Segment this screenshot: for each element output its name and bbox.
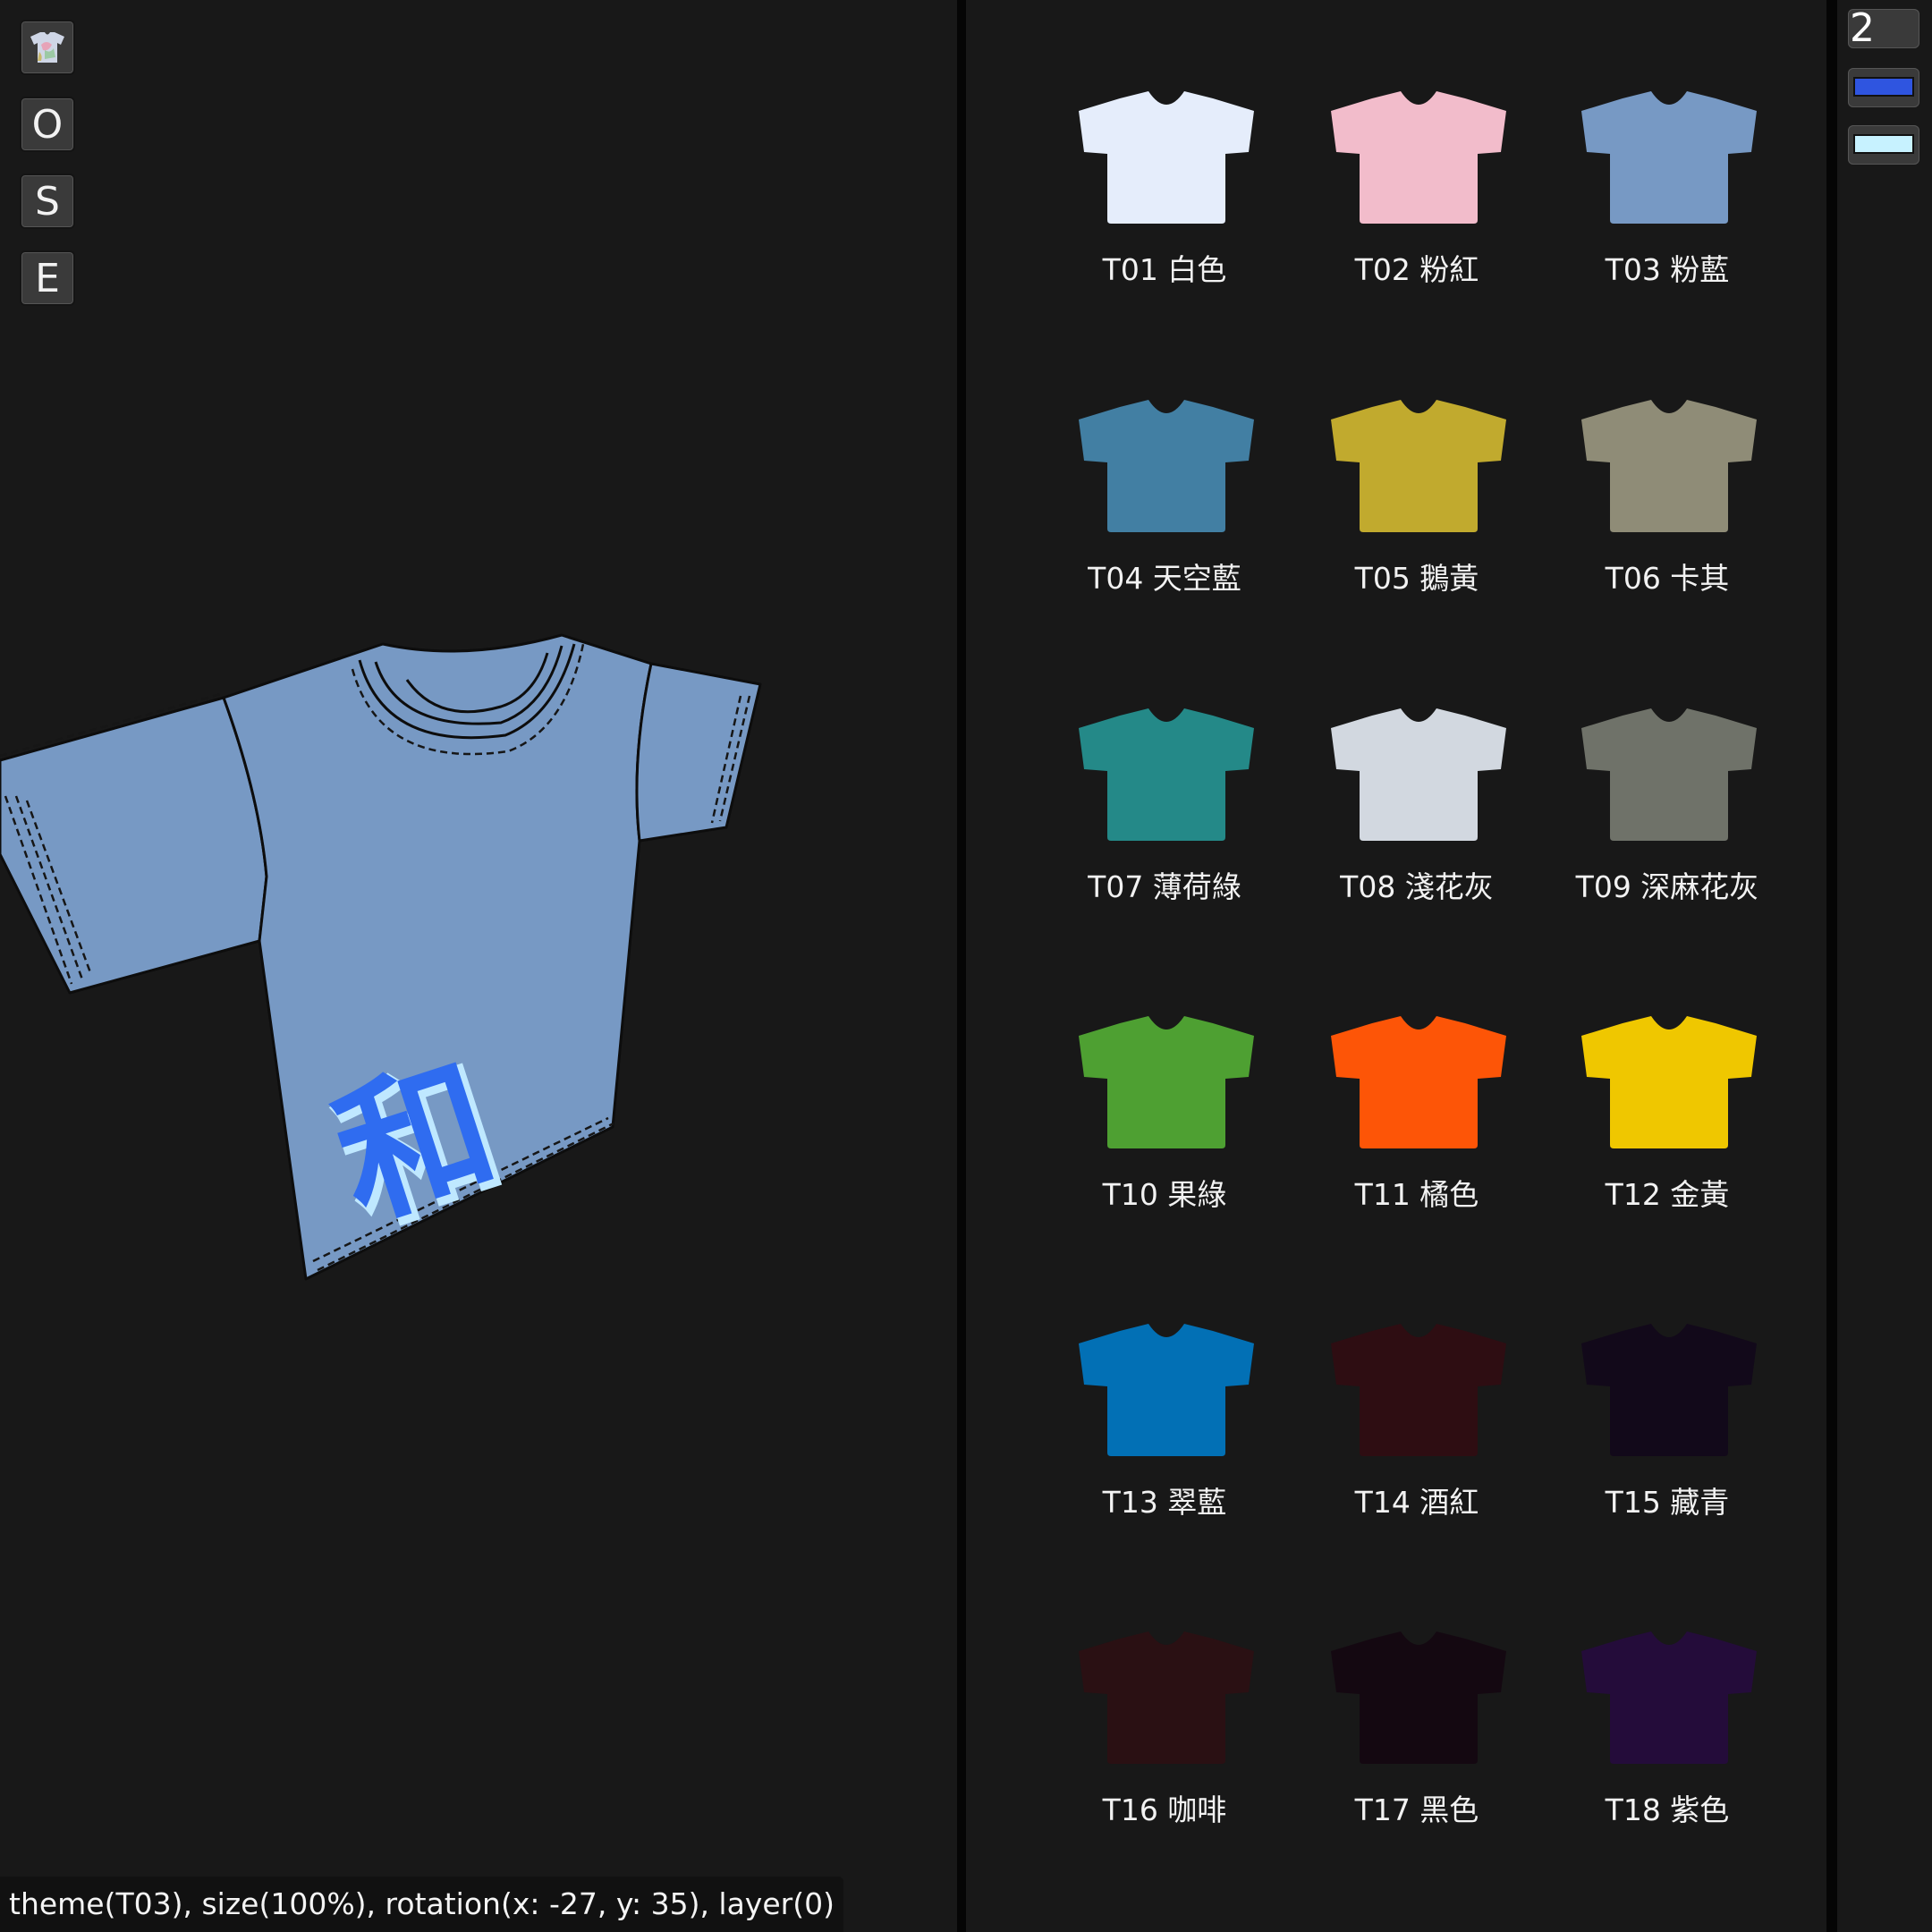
theme-item-label: T04 天空藍 [1088,561,1241,596]
panel-divider[interactable] [957,0,966,1932]
theme-button[interactable] [20,20,75,75]
theme-catalog: T01 白色 T02 粉紅 T03 粉藍 T04 天空藍 T05 鵝黃 T06 卡其 T07… [966,0,1826,1932]
theme-item-label: T18 紫色 [1605,1792,1730,1827]
theme-item-label: T03 粉藍 [1605,252,1730,287]
tshirt-icon [1331,1324,1506,1456]
theme-item-label: T14 酒紅 [1354,1485,1479,1520]
primary-color-swatch [1853,77,1914,97]
tshirt-icon [1331,1631,1506,1764]
theme-item-t09[interactable]: T09 深麻花灰 [1533,707,1784,939]
theme-item-t11[interactable]: T11 橘色 [1283,1014,1533,1247]
tshirt-icon [1079,91,1254,224]
theme-item-label: T08 淺花灰 [1340,869,1494,904]
primary-color-button[interactable] [1848,68,1919,107]
theme-item-label: T09 深麻花灰 [1575,869,1759,904]
tshirt-icon [1331,1016,1506,1148]
theme-item-t15[interactable]: T15 藏青 [1533,1322,1784,1555]
secondary-color-swatch [1853,134,1914,154]
tshirt-icon [1581,1631,1757,1764]
theme-item-label: T12 金黃 [1605,1177,1730,1212]
theme-item-label: T07 薄荷綠 [1088,869,1241,904]
tshirt-preview[interactable]: 和 和 [0,617,769,1297]
tshirt-icon [1581,1324,1757,1456]
theme-item-label: T01 白色 [1102,252,1227,287]
theme-item-label: T17 黑色 [1354,1792,1479,1827]
theme-item-label: T02 粉紅 [1354,252,1479,287]
tshirt-icon [1331,91,1506,224]
tshirt-icon [1079,708,1254,841]
tshirt-icon [1331,708,1506,841]
theme-item-t03[interactable]: T03 粉藍 [1533,89,1784,322]
theme-item-label: T11 橘色 [1354,1177,1479,1212]
panel-divider-right[interactable] [1826,0,1837,1932]
theme-item-t05[interactable]: T05 鵝黃 [1283,398,1533,631]
theme-item-t17[interactable]: T17 黑色 [1283,1630,1533,1862]
theme-item-label: T06 卡其 [1605,561,1730,596]
tshirt-icon [1331,400,1506,532]
theme-item-t16[interactable]: T16 咖啡 [1030,1630,1281,1862]
tshirt-icon [1581,708,1757,841]
theme-item-label: T15 藏青 [1605,1485,1730,1520]
theme-item-t12[interactable]: T12 金黃 [1533,1014,1784,1247]
tshirt-icon [1079,1324,1254,1456]
s-button[interactable]: S [20,174,75,229]
right-toolbar [1837,0,1932,1932]
theme-item-t01[interactable]: T01 白色 [1030,89,1281,322]
secondary-color-button[interactable] [1848,125,1919,165]
theme-item-label: T10 果綠 [1102,1177,1227,1212]
right-sleeve [635,662,762,843]
e-button[interactable]: E [20,250,75,306]
theme-item-t18[interactable]: T18 紫色 [1533,1630,1784,1862]
theme-item-label: T13 翠藍 [1102,1485,1227,1520]
status-bar: theme(T03), size(100%), rotation(x: -27,… [0,1877,843,1932]
o-button[interactable]: O [20,97,75,152]
theme-item-t10[interactable]: T10 果綠 [1030,1014,1281,1247]
tshirt-icon [1581,1016,1757,1148]
theme-item-t07[interactable]: T07 薄荷綠 [1030,707,1281,939]
left-sleeve [0,696,268,995]
tshirt-icon [1079,1631,1254,1764]
tshirt-icon [1581,400,1757,532]
tshirt-icon [1079,1016,1254,1148]
tshirt-thumbnail-icon [30,32,64,63]
theme-item-t06[interactable]: T06 卡其 [1533,398,1784,631]
theme-item-t04[interactable]: T04 天空藍 [1030,398,1281,631]
theme-item-label: T16 咖啡 [1102,1792,1227,1827]
tshirt-icon [1581,91,1757,224]
tshirt-icon [1079,400,1254,532]
theme-item-t14[interactable]: T14 酒紅 [1283,1322,1533,1555]
preview-panel[interactable]: O S E 和 和 theme(T03), size(100%), rotati… [0,0,957,1932]
theme-item-t02[interactable]: T02 粉紅 [1283,89,1533,322]
theme-item-t08[interactable]: T08 淺花灰 [1283,707,1533,939]
theme-item-t13[interactable]: T13 翠藍 [1030,1322,1281,1555]
theme-item-label: T05 鵝黃 [1354,561,1479,596]
brush-size-field[interactable]: 2 [1848,9,1919,48]
